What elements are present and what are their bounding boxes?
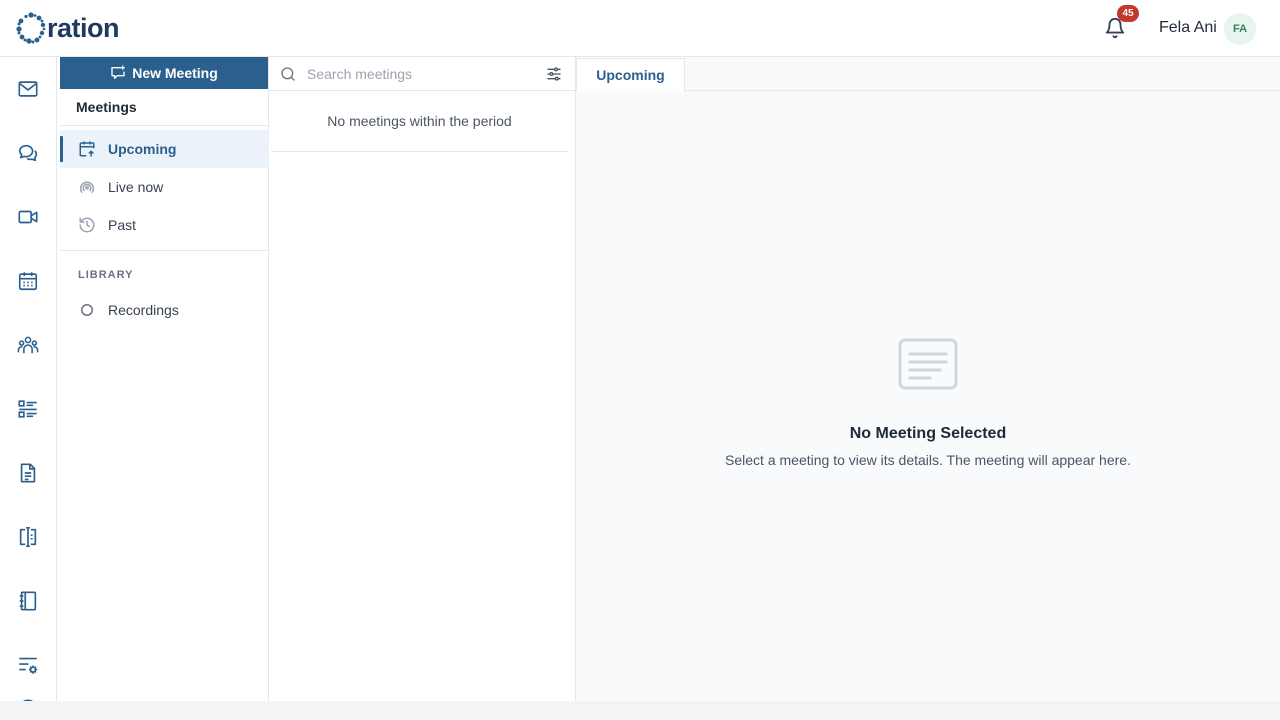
calendar-upcoming-icon <box>78 140 96 158</box>
team-icon[interactable] <box>17 334 39 356</box>
logo-mark-icon <box>16 12 46 44</box>
chat-icon[interactable] <box>17 142 39 164</box>
new-meeting-label: New Meeting <box>132 65 218 81</box>
sidebar-item-label: Live now <box>108 179 164 195</box>
empty-state-subtitle: Select a meeting to view its details. Th… <box>725 452 1131 468</box>
video-icon[interactable] <box>17 206 39 228</box>
tab-upcoming[interactable]: Upcoming <box>576 58 685 91</box>
empty-list-message: No meetings within the period <box>271 91 568 152</box>
broadcast-icon <box>78 178 96 196</box>
divider <box>60 250 269 251</box>
settings-list-icon[interactable] <box>17 654 39 676</box>
empty-document-icon <box>898 338 958 390</box>
detail-tabs: Upcoming <box>576 57 1280 91</box>
avatar[interactable]: FA <box>1224 13 1256 45</box>
sidebar-item-live-now[interactable]: Live now <box>60 168 269 206</box>
sidebar-item-upcoming[interactable]: Upcoming <box>60 130 269 168</box>
empty-state-title: No Meeting Selected <box>849 425 1007 442</box>
new-meeting-button[interactable]: New Meeting <box>60 57 268 89</box>
sidebar-item-label: Past <box>108 217 137 233</box>
document-icon[interactable] <box>17 462 39 484</box>
sidebar-item-label: Recordings <box>108 302 179 318</box>
search-input[interactable] <box>307 63 537 85</box>
notebook-icon[interactable] <box>17 590 39 612</box>
forms-icon[interactable] <box>17 526 39 548</box>
meetings-sidebar: New Meeting Meetings Upcoming Live now P… <box>57 57 269 701</box>
history-icon <box>78 216 96 234</box>
top-bar: ration 45 Fela Ani FA <box>0 0 1280 57</box>
filter-sliders-icon[interactable] <box>546 66 562 82</box>
library-heading: LIBRARY <box>78 269 134 281</box>
sidebar-item-label: Upcoming <box>108 141 177 157</box>
sidebar-title: Meetings <box>76 99 137 115</box>
search-icon <box>280 66 296 82</box>
user-name[interactable]: Fela Ani <box>1159 19 1217 37</box>
sidebar-item-recordings[interactable]: Recordings <box>60 291 269 329</box>
search-bar <box>269 57 576 91</box>
meetings-list-pane: No meetings within the period <box>269 57 576 701</box>
calendar-icon[interactable] <box>17 270 39 292</box>
circle-icon <box>78 301 96 319</box>
logo-text: ration <box>47 12 120 43</box>
mail-icon[interactable] <box>17 78 39 100</box>
logo[interactable]: ration <box>16 11 120 45</box>
divider <box>60 125 269 126</box>
app-nav-rail <box>0 57 57 701</box>
sidebar-item-past[interactable]: Past <box>60 206 269 244</box>
tasks-list-icon[interactable] <box>17 398 39 420</box>
meeting-detail-pane: Upcoming No Meeting Selected Select a me… <box>576 57 1280 701</box>
notification-count-badge: 45 <box>1117 5 1139 22</box>
bottom-strip <box>0 701 1280 720</box>
new-meeting-icon <box>111 65 125 79</box>
